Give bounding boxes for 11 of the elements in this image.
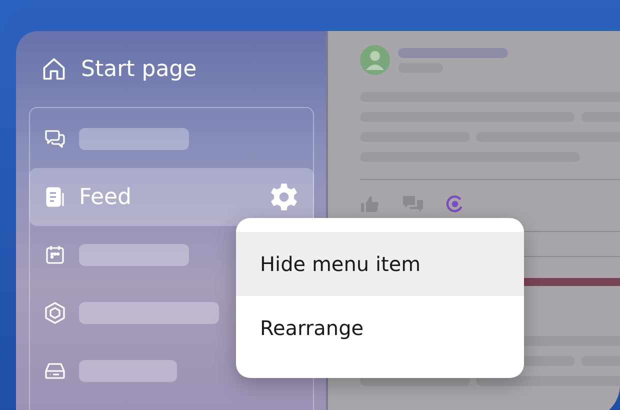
menu-option[interactable]: Hide menu item [236,232,524,296]
home-icon [41,56,67,82]
avatar-icon [360,45,390,75]
calendar-icon [43,243,67,267]
hexagon-icon [43,301,67,325]
document-icon [43,185,67,209]
start-page-link[interactable]: Start page [81,56,197,82]
chat-bubbles-icon[interactable] [402,194,424,214]
settings-icon[interactable] [268,181,300,213]
menu-option[interactable]: Rearrange [236,296,524,360]
thumbs-up-icon[interactable] [360,194,380,214]
